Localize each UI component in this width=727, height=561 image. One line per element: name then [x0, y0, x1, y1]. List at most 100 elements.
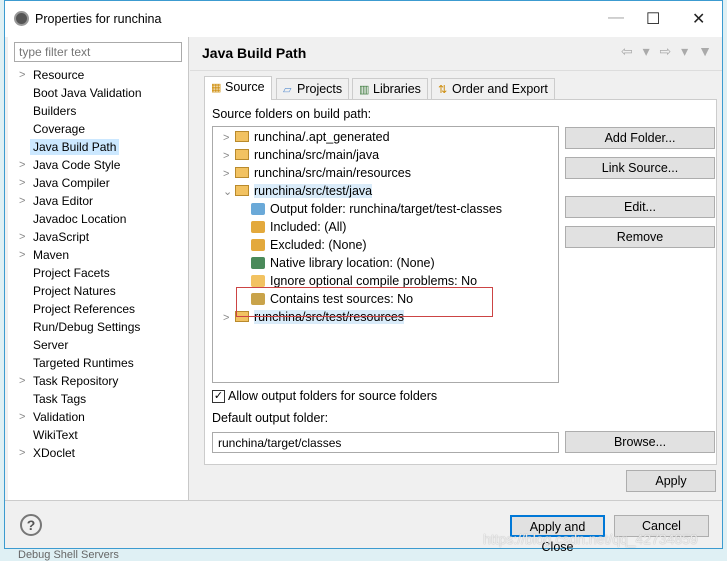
tree-item[interactable]: > runchina/.apt_generated	[223, 128, 390, 146]
tree-item-label: Ignore optional compile problems: No	[270, 274, 478, 288]
remove-button[interactable]: Remove	[565, 226, 715, 248]
chevron-right-icon[interactable]: >	[19, 66, 25, 84]
maximize-button[interactable]: ☐	[646, 9, 660, 29]
sidebar-item-label: Java Editor	[33, 194, 94, 208]
chevron-right-icon[interactable]: >	[19, 156, 25, 174]
tree-item-label: Excluded: (None)	[270, 238, 367, 252]
sidebar-item[interactable]: Run/Debug Settings	[8, 318, 188, 336]
chevron-right-icon[interactable]: >	[19, 174, 25, 192]
tree-item[interactable]: ⌄ runchina/src/test/java	[223, 182, 373, 201]
chevron-right-icon[interactable]: >	[223, 165, 235, 183]
tree-item[interactable]: Excluded: (None)	[251, 236, 367, 254]
tab-projects[interactable]: ▱ Projects	[276, 78, 350, 100]
sidebar-item[interactable]: > Validation	[8, 408, 188, 426]
sidebar-item[interactable]: Targeted Runtimes	[8, 354, 188, 372]
sidebar-item[interactable]: Java Build Path	[8, 138, 188, 156]
edit-button[interactable]: Edit...	[565, 196, 715, 218]
source-icon: ▦	[211, 82, 222, 94]
tab-source[interactable]: ▦ Source	[204, 76, 272, 100]
sidebar-item-label: Project References	[33, 302, 136, 316]
sidebar-item[interactable]: > Java Code Style	[8, 156, 188, 174]
watermark: https://blog.csdn.net/qq_42734859	[483, 531, 698, 547]
sidebar-item-label: Task Tags	[33, 392, 87, 406]
allow-output-label: Allow output folders for source folders	[228, 389, 438, 403]
sidebar-item[interactable]: Builders	[8, 102, 188, 120]
app-gear-icon	[14, 11, 29, 26]
apply-button[interactable]: Apply	[626, 470, 716, 492]
allow-output-checkbox[interactable]: ✓	[212, 390, 225, 403]
tree-item-label: Output folder: runchina/target/test-clas…	[270, 202, 503, 216]
sidebar-item[interactable]: > Maven	[8, 246, 188, 264]
chevron-right-icon[interactable]: >	[223, 129, 235, 147]
sidebar-item-label: Validation	[33, 410, 85, 424]
sidebar-item-label: XDoclet	[33, 446, 76, 460]
attribute-icon	[251, 239, 265, 251]
sidebar-item[interactable]: Boot Java Validation	[8, 84, 188, 102]
sidebar-item[interactable]: > Task Repository	[8, 372, 188, 390]
tree-item[interactable]: Native library location: (None)	[251, 254, 435, 272]
help-icon[interactable]: ?	[20, 514, 42, 536]
tree-item[interactable]: > runchina/src/main/resources	[223, 164, 411, 182]
sidebar-item[interactable]: > Resource	[8, 66, 188, 84]
footer-divider	[5, 500, 722, 501]
chevron-right-icon[interactable]: >	[223, 309, 235, 327]
sidebar-item[interactable]: Server	[8, 336, 188, 354]
sidebar-item-label: Builders	[33, 104, 77, 118]
sidebar-item[interactable]: > JavaScript	[8, 228, 188, 246]
tree-item[interactable]: > runchina/src/main/java	[223, 146, 379, 164]
chevron-right-icon[interactable]: >	[19, 246, 25, 264]
chevron-right-icon[interactable]: >	[19, 444, 25, 462]
tree-item[interactable]: Included: (All)	[251, 218, 346, 236]
source-folders-label: Source folders on build path:	[212, 107, 372, 121]
source-folder-tree[interactable]: > runchina/.apt_generated > runchina/src/ma…	[212, 126, 559, 383]
sidebar-item-label: WikiText	[33, 428, 78, 442]
browse-button[interactable]: Browse...	[565, 431, 715, 453]
sidebar-item-label: Java Compiler	[33, 176, 110, 190]
libraries-icon: ▥	[359, 84, 370, 96]
sidebar-item[interactable]: Project Facets	[8, 264, 188, 282]
sidebar-item[interactable]: WikiText	[8, 426, 188, 444]
tab-libraries[interactable]: ▥ Libraries	[352, 78, 428, 100]
tab-order-export[interactable]: ⇅ Order and Export	[431, 78, 555, 100]
sidebar-item[interactable]: > Java Compiler	[8, 174, 188, 192]
sidebar-item[interactable]: Project References	[8, 300, 188, 318]
attribute-icon	[251, 275, 265, 287]
default-output-label: Default output folder:	[212, 411, 329, 425]
sidebar-item-label: Java Code Style	[33, 158, 121, 172]
tree-item-label: runchina/src/main/resources	[254, 166, 412, 180]
attribute-icon	[251, 221, 265, 233]
sidebar-item[interactable]: Task Tags	[8, 390, 188, 408]
chevron-right-icon[interactable]: >	[223, 147, 235, 165]
title-bar: Properties for runchina — ☐ ✕	[5, 1, 722, 37]
history-nav-arrows[interactable]: ⇦ ▾ ⇨ ▾ ▼	[621, 43, 715, 60]
divider	[190, 70, 722, 71]
tree-item-label: runchina/src/main/java	[254, 148, 380, 162]
chevron-right-icon[interactable]: >	[19, 192, 25, 210]
annotation-highlight-box	[236, 287, 493, 317]
default-output-input[interactable]	[212, 432, 559, 453]
chevron-down-icon[interactable]: ⌄	[223, 183, 235, 201]
filter-input[interactable]	[14, 42, 182, 62]
sidebar-item-label: Run/Debug Settings	[33, 320, 141, 334]
attribute-icon	[251, 257, 265, 269]
sidebar-item-label: Server	[33, 338, 69, 352]
minimize-button[interactable]: —	[608, 9, 624, 27]
link-source-button[interactable]: Link Source...	[565, 157, 715, 179]
sidebar-item-label: Boot Java Validation	[33, 86, 142, 100]
sidebar-item[interactable]: Project Natures	[8, 282, 188, 300]
tree-item[interactable]: Output folder: runchina/target/test-clas…	[251, 200, 502, 218]
sidebar-item[interactable]: Coverage	[8, 120, 188, 138]
add-folder-button[interactable]: Add Folder...	[565, 127, 715, 149]
folder-icon: ▱	[283, 84, 292, 96]
chevron-right-icon[interactable]: >	[19, 372, 25, 390]
tree-item-label: Native library location: (None)	[270, 256, 435, 270]
sidebar-item[interactable]: > Java Editor	[8, 192, 188, 210]
properties-dialog: Properties for runchina — ☐ ✕ > Resource B…	[4, 0, 723, 554]
close-button[interactable]: ✕	[692, 9, 705, 29]
chevron-right-icon[interactable]: >	[19, 228, 25, 246]
sidebar: > Resource Boot Java Validation Builders Cov…	[8, 37, 189, 500]
sidebar-item[interactable]: Javadoc Location	[8, 210, 188, 228]
source-folder-icon	[235, 185, 249, 196]
sidebar-item[interactable]: > XDoclet	[8, 444, 188, 462]
chevron-right-icon[interactable]: >	[19, 408, 25, 426]
